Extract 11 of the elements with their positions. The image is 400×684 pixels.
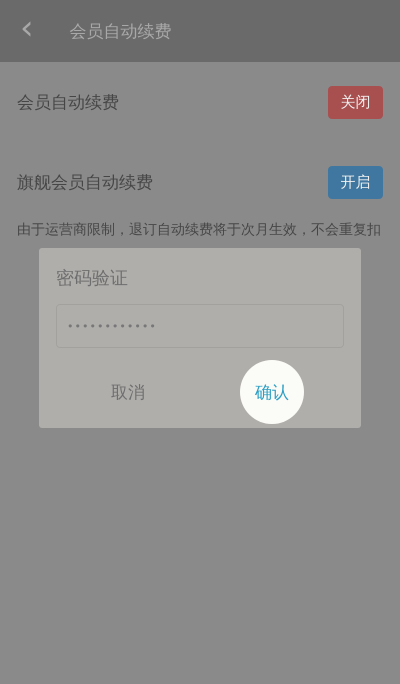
setting-label: 旗舰会员自动续费 [17,172,153,194]
toggle-button[interactable]: 关闭 [328,86,383,118]
dialog-button[interactable]: 确认 [240,360,304,424]
toggle-button[interactable]: 开启 [328,166,383,198]
dialog-title: 密码验证 [56,267,129,290]
dialog-button[interactable]: 取消 [96,360,160,424]
password-field[interactable]: •••••••••••• [56,304,344,348]
page-title: 会员自动续费 [70,20,172,42]
note-text: 由于运营商限制，退订自动续费将于次月生效，不会重复扣 [16,222,382,238]
setting-label: 会员自动续费 [17,92,119,114]
back-button[interactable]: ‹ [20,11,34,45]
